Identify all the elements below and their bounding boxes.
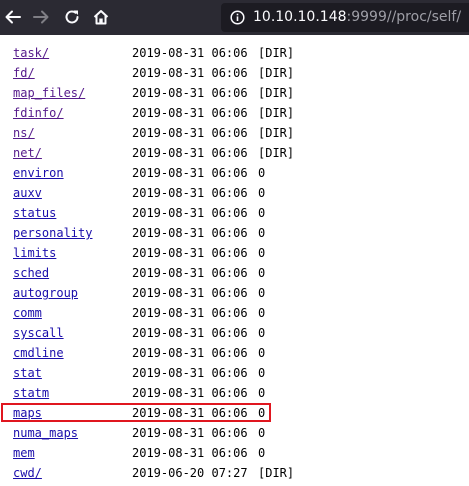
url-host: 10.10.10.148 (253, 9, 347, 25)
file-link[interactable]: comm (13, 306, 42, 320)
modified-date: 2019-08-31 06:06 (132, 266, 248, 280)
file-size: 0 (258, 426, 266, 440)
back-button[interactable] (2, 6, 24, 28)
file-size: [DIR] (258, 46, 295, 60)
modified-date: 2019-08-31 06:06 (132, 66, 248, 80)
file-link[interactable]: cmdline (13, 346, 64, 360)
url-path: :9999//proc/self/ (346, 9, 462, 25)
file-link[interactable]: numa_maps (13, 426, 78, 440)
file-link[interactable]: net/ (13, 146, 42, 160)
file-size: 0 (258, 346, 266, 360)
modified-date: 2019-08-31 06:06 (132, 126, 248, 140)
modified-date: 2019-08-31 06:06 (132, 406, 248, 420)
file-size: 0 (258, 206, 266, 220)
address-bar[interactable]: 10.10.10.148:9999//proc/self/ (221, 3, 469, 32)
reload-button[interactable] (61, 6, 83, 28)
home-button[interactable] (90, 6, 112, 28)
arrow-left-icon (5, 10, 21, 24)
file-size: 0 (258, 366, 266, 380)
file-link[interactable]: personality (13, 226, 92, 240)
modified-date: 2019-08-31 06:06 (132, 446, 248, 460)
file-size: 0 (258, 326, 266, 340)
file-size: 0 (258, 446, 266, 460)
arrow-right-icon (33, 10, 49, 24)
url-text: 10.10.10.148:9999//proc/self/ (253, 9, 461, 25)
file-size: [DIR] (258, 106, 295, 120)
file-link[interactable]: stat (13, 366, 42, 380)
file-size: 0 (258, 386, 266, 400)
file-link[interactable]: auxv (13, 186, 42, 200)
modified-date: 2019-08-31 06:06 (132, 106, 248, 120)
modified-date: 2019-08-31 06:06 (132, 46, 248, 60)
file-link[interactable]: cwd/ (13, 466, 42, 480)
modified-date: 2019-08-31 06:06 (132, 226, 248, 240)
file-link[interactable]: fd/ (13, 66, 35, 80)
file-link[interactable]: ns/ (13, 126, 35, 140)
modified-date: 2019-06-20 07:27 (132, 466, 248, 480)
file-link[interactable]: limits (13, 246, 56, 260)
info-icon[interactable] (230, 10, 245, 25)
file-size: 0 (258, 306, 266, 320)
file-size: [DIR] (258, 146, 295, 160)
modified-date: 2019-08-31 06:06 (132, 146, 248, 160)
modified-date: 2019-08-31 06:06 (132, 286, 248, 300)
modified-date: 2019-08-31 06:06 (132, 306, 248, 320)
modified-date: 2019-08-31 06:06 (132, 366, 248, 380)
file-size: 0 (258, 286, 266, 300)
reload-icon (65, 10, 79, 24)
home-icon (93, 10, 109, 25)
file-link[interactable]: autogroup (13, 286, 78, 300)
file-link[interactable]: status (13, 206, 56, 220)
file-link[interactable]: statm (13, 386, 49, 400)
file-size: 0 (258, 166, 266, 180)
file-link[interactable]: fdinfo/ (13, 106, 64, 120)
file-link[interactable]: sched (13, 266, 49, 280)
file-size: 0 (258, 406, 266, 420)
file-size: [DIR] (258, 126, 295, 140)
modified-date: 2019-08-31 06:06 (132, 386, 248, 400)
file-size: 0 (258, 246, 266, 260)
file-link[interactable]: task/ (13, 46, 49, 60)
modified-date: 2019-08-31 06:06 (132, 166, 248, 180)
file-size: 0 (258, 226, 266, 240)
file-size: [DIR] (258, 466, 295, 480)
file-link[interactable]: environ (13, 166, 64, 180)
modified-date: 2019-08-31 06:06 (132, 86, 248, 100)
file-link[interactable]: syscall (13, 326, 64, 340)
file-size: [DIR] (258, 66, 295, 80)
forward-button[interactable] (30, 6, 52, 28)
modified-date: 2019-08-31 06:06 (132, 426, 248, 440)
browser-toolbar: 10.10.10.148:9999//proc/self/ (0, 0, 469, 35)
file-link[interactable]: map_files/ (13, 86, 85, 100)
modified-date: 2019-08-31 06:06 (132, 346, 248, 360)
file-link[interactable]: mem (13, 446, 35, 460)
modified-date: 2019-08-31 06:06 (132, 326, 248, 340)
modified-date: 2019-08-31 06:06 (132, 186, 248, 200)
modified-date: 2019-08-31 06:06 (132, 246, 248, 260)
file-size: 0 (258, 266, 266, 280)
modified-date: 2019-08-31 06:06 (132, 206, 248, 220)
file-size: [DIR] (258, 86, 295, 100)
file-link[interactable]: maps (13, 406, 42, 420)
file-size: 0 (258, 186, 266, 200)
